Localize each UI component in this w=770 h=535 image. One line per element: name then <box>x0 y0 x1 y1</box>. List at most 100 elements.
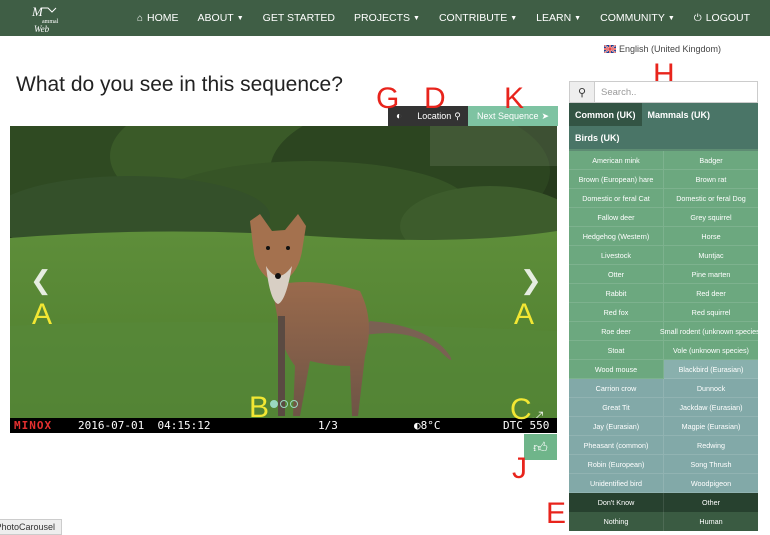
nothing-button[interactable]: Nothing <box>569 512 664 531</box>
species-button[interactable]: Redwing <box>664 436 758 455</box>
caret-down-icon: ▼ <box>574 14 582 22</box>
nav-projects[interactable]: PROJECTS ▼ <box>354 12 420 24</box>
species-button[interactable]: Badger <box>664 151 758 170</box>
species-button[interactable]: Pheasant (common) <box>569 436 664 455</box>
like-button[interactable]: 👍︎ <box>524 434 557 460</box>
nav-get-started[interactable]: GET STARTED <box>263 12 335 24</box>
other-button[interactable]: Other <box>664 493 758 512</box>
arrow-circle-right-icon: ➤ <box>541 110 550 121</box>
dont-know-button[interactable]: Don't Know <box>569 493 664 512</box>
photo-toolbar: ◐ Location ⚲ Next Sequence ➤ <box>388 106 558 126</box>
species-button[interactable]: Woodpigeon <box>664 474 758 493</box>
nav-community[interactable]: COMMUNITY ▼ <box>600 12 675 24</box>
nav-logout[interactable]: ⏻ LOGOUT <box>694 12 750 24</box>
previous-photo-button[interactable]: ❮ <box>30 266 52 296</box>
species-button[interactable]: Great Tit <box>569 398 664 417</box>
species-button[interactable]: Small rodent (unknown species) <box>660 322 762 341</box>
species-button[interactable]: Livestock <box>569 246 664 265</box>
species-button[interactable]: Domestic or feral Dog <box>664 189 758 208</box>
species-tabs: Common (UK) Mammals (UK) Birds (UK) <box>569 103 758 149</box>
camera-brand: MINOX <box>14 419 53 432</box>
species-button[interactable]: Jay (Eurasian) <box>569 417 664 436</box>
navbar: M ammal Web ⌂ HOME ABOUT ▼ GET STARTED P… <box>0 0 770 36</box>
search-icon: ⚲ <box>577 86 587 99</box>
species-button[interactable]: Red fox <box>569 303 664 322</box>
species-button[interactable]: Domestic or feral Cat <box>569 189 664 208</box>
human-button[interactable]: Human <box>664 512 758 531</box>
species-button[interactable]: American mink <box>569 151 664 170</box>
nav-learn[interactable]: LEARN ▼ <box>536 12 581 24</box>
species-button[interactable]: Brown rat <box>664 170 758 189</box>
species-button[interactable]: Robin (European) <box>569 455 664 474</box>
species-button[interactable]: Song Thrush <box>664 455 758 474</box>
language-selector[interactable]: English (United Kingdom) <box>604 44 721 54</box>
annotation-k: K <box>504 82 525 115</box>
annotation-j: J <box>512 452 527 485</box>
photo-counter: 1/3 <box>318 419 338 432</box>
status-bar: PhotoCarousel <box>0 519 62 535</box>
annotation-a-right: A <box>514 298 535 331</box>
tab-common-uk[interactable]: Common (UK) <box>569 103 642 126</box>
power-icon: ⏻ <box>693 12 702 24</box>
sequence-dot[interactable] <box>270 400 278 408</box>
species-button[interactable]: Stoat <box>569 341 664 360</box>
caret-down-icon: ▼ <box>667 14 675 22</box>
species-button[interactable]: Carrion crow <box>569 379 664 398</box>
annotation-a-left: A <box>32 298 53 331</box>
camera-info-strip: MINOX 2016-07-01 04:15:12 1/3 ◐ 8°C DTC … <box>10 418 557 433</box>
sequence-indicator <box>270 400 300 408</box>
species-button[interactable]: Unidentified bird <box>569 474 664 493</box>
next-photo-button[interactable]: ❯ <box>520 266 542 296</box>
annotation-c: C <box>510 393 532 426</box>
annotation-g: G <box>376 82 400 115</box>
species-button[interactable]: Pine marten <box>664 265 758 284</box>
nav-about[interactable]: ABOUT ▼ <box>198 12 244 24</box>
species-button[interactable]: Vole (unknown species) <box>664 341 758 360</box>
species-button[interactable]: Red squirrel <box>664 303 758 322</box>
annotation-d: D <box>424 82 446 115</box>
species-grid: American mink Badger Brown (European) ha… <box>569 149 762 493</box>
species-button[interactable]: Fallow deer <box>569 208 664 227</box>
search-input[interactable] <box>595 82 757 102</box>
species-button[interactable]: Red deer <box>664 284 758 303</box>
species-button[interactable]: Hedgehog (Western) <box>569 227 664 246</box>
nav-contribute[interactable]: CONTRIBUTE ▼ <box>439 12 517 24</box>
page-title: What do you see in this sequence? <box>16 73 343 96</box>
svg-text:Web: Web <box>34 24 50 34</box>
species-button[interactable]: Jackdaw (Eurasian) <box>664 398 758 417</box>
photo-timestamp: 2016-07-01 04:15:12 <box>78 419 211 432</box>
annotation-b: B <box>249 391 270 424</box>
sequence-dot[interactable] <box>280 400 288 408</box>
species-button[interactable]: Blackbird (Eurasian) <box>664 360 758 379</box>
sequence-dot[interactable] <box>290 400 298 408</box>
tab-birds-uk[interactable]: Birds (UK) <box>569 126 626 149</box>
tab-mammals-uk[interactable]: Mammals (UK) <box>642 103 717 126</box>
species-button[interactable]: Wood mouse <box>569 360 664 379</box>
home-icon: ⌂ <box>137 12 144 24</box>
annotation-e: E <box>546 497 567 530</box>
species-button[interactable]: Rabbit <box>569 284 664 303</box>
search-button[interactable]: ⚲ <box>570 82 595 102</box>
camera-trap-photo <box>10 126 557 433</box>
species-button[interactable]: Muntjac <box>664 246 758 265</box>
photo-carousel[interactable]: ❮ ❯ ⤢ MINOX 2016-07-01 04:15:12 1/3 ◐ 8°… <box>10 126 557 433</box>
photo-temperature: ◐ 8°C <box>414 419 441 432</box>
nav-menu: ⌂ HOME ABOUT ▼ GET STARTED PROJECTS ▼ CO… <box>137 0 769 36</box>
nav-home[interactable]: ⌂ HOME <box>137 12 179 24</box>
map-marker-icon: ⚲ <box>454 110 461 121</box>
species-button[interactable]: Roe deer <box>569 322 664 341</box>
site-logo[interactable]: M ammal Web <box>30 2 64 34</box>
species-sidebar: ⚲ Common (UK) Mammals (UK) Birds (UK) Am… <box>569 81 762 531</box>
species-button[interactable]: Otter <box>569 265 664 284</box>
thumbs-up-icon: 👍︎ <box>533 438 548 455</box>
species-button[interactable]: Magpie (Eurasian) <box>664 417 758 436</box>
caret-down-icon: ▼ <box>413 14 420 22</box>
species-button[interactable]: Grey squirrel <box>664 208 758 227</box>
svg-text:M: M <box>31 4 44 19</box>
other-options: Don't Know Other Nothing Human <box>569 493 758 531</box>
species-button[interactable]: Brown (European) hare <box>569 170 664 189</box>
species-button[interactable]: Horse <box>664 227 758 246</box>
species-button[interactable]: Dunnock <box>664 379 758 398</box>
species-search: ⚲ <box>569 81 758 103</box>
caret-down-icon: ▼ <box>236 14 244 22</box>
